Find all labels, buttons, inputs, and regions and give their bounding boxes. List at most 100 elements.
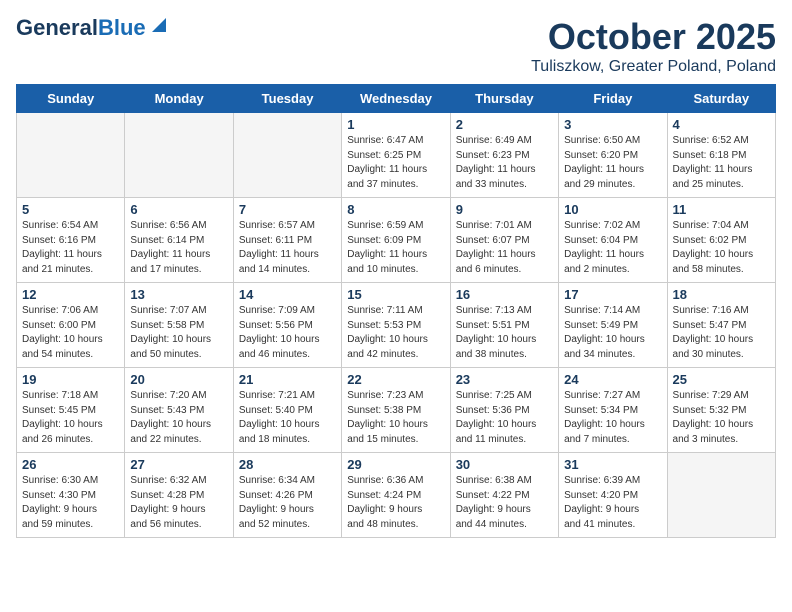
day-info: Sunrise: 6:52 AM Sunset: 6:18 PM Dayligh… bbox=[673, 134, 770, 192]
calendar-cell: 2 Sunrise: 6:49 AM Sunset: 6:23 PM Daylig… bbox=[450, 113, 558, 198]
day-info: Sunrise: 7:13 AM Sunset: 5:51 PM Dayligh… bbox=[456, 304, 553, 362]
day-number: 30 bbox=[456, 457, 553, 472]
day-number: 26 bbox=[22, 457, 119, 472]
day-number: 1 bbox=[347, 117, 444, 132]
day-info: Sunrise: 6:57 AM Sunset: 6:11 PM Dayligh… bbox=[239, 219, 336, 277]
day-number: 4 bbox=[673, 117, 770, 132]
day-info: Sunrise: 6:38 AM Sunset: 4:22 PM Dayligh… bbox=[456, 474, 553, 532]
day-number: 14 bbox=[239, 287, 336, 302]
day-number: 23 bbox=[456, 372, 553, 387]
weekday-header: Wednesday bbox=[342, 85, 450, 113]
calendar-cell: 13Sunrise: 7:07 AM Sunset: 5:58 PM Dayli… bbox=[125, 283, 233, 368]
calendar-cell: 4 Sunrise: 6:52 AM Sunset: 6:18 PM Daylig… bbox=[667, 113, 775, 198]
day-number: 6 bbox=[130, 202, 227, 217]
day-info: Sunrise: 7:25 AM Sunset: 5:36 PM Dayligh… bbox=[456, 389, 553, 447]
calendar-cell: 23 Sunrise: 7:25 AM Sunset: 5:36 PM Dayli… bbox=[450, 368, 558, 453]
day-info: Sunrise: 6:50 AM Sunset: 6:20 PM Dayligh… bbox=[564, 134, 661, 192]
day-number: 25 bbox=[673, 372, 770, 387]
weekday-header: Sunday bbox=[17, 85, 125, 113]
calendar-week-row: 19 Sunrise: 7:18 AM Sunset: 5:45 PM Dayli… bbox=[17, 368, 776, 453]
calendar-cell: 11Sunrise: 7:04 AM Sunset: 6:02 PM Dayli… bbox=[667, 198, 775, 283]
day-info: Sunrise: 6:59 AM Sunset: 6:09 PM Dayligh… bbox=[347, 219, 444, 277]
day-info: Sunrise: 7:09 AM Sunset: 5:56 PM Dayligh… bbox=[239, 304, 336, 362]
calendar-cell: 28 Sunrise: 6:34 AM Sunset: 4:26 PM Dayli… bbox=[233, 453, 341, 538]
calendar-cell: 17Sunrise: 7:14 AM Sunset: 5:49 PM Dayli… bbox=[559, 283, 667, 368]
day-number: 28 bbox=[239, 457, 336, 472]
day-info: Sunrise: 6:30 AM Sunset: 4:30 PM Dayligh… bbox=[22, 474, 119, 532]
weekday-header: Monday bbox=[125, 85, 233, 113]
calendar-cell: 29 Sunrise: 6:36 AM Sunset: 4:24 PM Dayli… bbox=[342, 453, 450, 538]
day-number: 5 bbox=[22, 202, 119, 217]
day-number: 22 bbox=[347, 372, 444, 387]
calendar-cell: 9Sunrise: 7:01 AM Sunset: 6:07 PM Daylig… bbox=[450, 198, 558, 283]
calendar-week-row: 1 Sunrise: 6:47 AM Sunset: 6:25 PM Daylig… bbox=[17, 113, 776, 198]
calendar-cell: 27 Sunrise: 6:32 AM Sunset: 4:28 PM Dayli… bbox=[125, 453, 233, 538]
calendar-cell: 12 Sunrise: 7:06 AM Sunset: 6:00 PM Dayli… bbox=[17, 283, 125, 368]
logo-text: GeneralBlue bbox=[16, 16, 146, 40]
calendar-cell: 24Sunrise: 7:27 AM Sunset: 5:34 PM Dayli… bbox=[559, 368, 667, 453]
calendar-cell: 15 Sunrise: 7:11 AM Sunset: 5:53 PM Dayli… bbox=[342, 283, 450, 368]
day-number: 24 bbox=[564, 372, 661, 387]
day-number: 12 bbox=[22, 287, 119, 302]
day-number: 16 bbox=[456, 287, 553, 302]
day-info: Sunrise: 7:20 AM Sunset: 5:43 PM Dayligh… bbox=[130, 389, 227, 447]
title-block: October 2025 Tuliszkow, Greater Poland, … bbox=[531, 16, 776, 76]
day-info: Sunrise: 7:07 AM Sunset: 5:58 PM Dayligh… bbox=[130, 304, 227, 362]
day-number: 31 bbox=[564, 457, 661, 472]
calendar-cell: 20Sunrise: 7:20 AM Sunset: 5:43 PM Dayli… bbox=[125, 368, 233, 453]
day-info: Sunrise: 7:14 AM Sunset: 5:49 PM Dayligh… bbox=[564, 304, 661, 362]
day-info: Sunrise: 6:32 AM Sunset: 4:28 PM Dayligh… bbox=[130, 474, 227, 532]
calendar-week-row: 5 Sunrise: 6:54 AM Sunset: 6:16 PM Daylig… bbox=[17, 198, 776, 283]
calendar-week-row: 12 Sunrise: 7:06 AM Sunset: 6:00 PM Dayli… bbox=[17, 283, 776, 368]
day-number: 19 bbox=[22, 372, 119, 387]
day-number: 9 bbox=[456, 202, 553, 217]
day-number: 18 bbox=[673, 287, 770, 302]
calendar-table: SundayMondayTuesdayWednesdayThursdayFrid… bbox=[16, 84, 776, 538]
day-number: 11 bbox=[673, 202, 770, 217]
calendar-cell bbox=[125, 113, 233, 198]
day-info: Sunrise: 7:18 AM Sunset: 5:45 PM Dayligh… bbox=[22, 389, 119, 447]
day-info: Sunrise: 7:29 AM Sunset: 5:32 PM Dayligh… bbox=[673, 389, 770, 447]
calendar-cell: 22 Sunrise: 7:23 AM Sunset: 5:38 PM Dayli… bbox=[342, 368, 450, 453]
day-info: Sunrise: 6:39 AM Sunset: 4:20 PM Dayligh… bbox=[564, 474, 661, 532]
day-info: Sunrise: 6:49 AM Sunset: 6:23 PM Dayligh… bbox=[456, 134, 553, 192]
day-number: 21 bbox=[239, 372, 336, 387]
day-number: 10 bbox=[564, 202, 661, 217]
calendar-cell: 14 Sunrise: 7:09 AM Sunset: 5:56 PM Dayli… bbox=[233, 283, 341, 368]
month-title: October 2025 bbox=[531, 16, 776, 58]
day-number: 29 bbox=[347, 457, 444, 472]
calendar-cell: 26 Sunrise: 6:30 AM Sunset: 4:30 PM Dayli… bbox=[17, 453, 125, 538]
calendar-cell: 18 Sunrise: 7:16 AM Sunset: 5:47 PM Dayli… bbox=[667, 283, 775, 368]
day-info: Sunrise: 7:16 AM Sunset: 5:47 PM Dayligh… bbox=[673, 304, 770, 362]
weekday-header: Thursday bbox=[450, 85, 558, 113]
calendar-cell: 1 Sunrise: 6:47 AM Sunset: 6:25 PM Daylig… bbox=[342, 113, 450, 198]
day-number: 15 bbox=[347, 287, 444, 302]
calendar-week-row: 26 Sunrise: 6:30 AM Sunset: 4:30 PM Dayli… bbox=[17, 453, 776, 538]
day-number: 8 bbox=[347, 202, 444, 217]
day-info: Sunrise: 7:11 AM Sunset: 5:53 PM Dayligh… bbox=[347, 304, 444, 362]
calendar-cell: 6Sunrise: 6:56 AM Sunset: 6:14 PM Daylig… bbox=[125, 198, 233, 283]
location-title: Tuliszkow, Greater Poland, Poland bbox=[531, 58, 776, 76]
day-info: Sunrise: 6:36 AM Sunset: 4:24 PM Dayligh… bbox=[347, 474, 444, 532]
day-info: Sunrise: 6:47 AM Sunset: 6:25 PM Dayligh… bbox=[347, 134, 444, 192]
day-number: 27 bbox=[130, 457, 227, 472]
day-number: 2 bbox=[456, 117, 553, 132]
day-info: Sunrise: 7:23 AM Sunset: 5:38 PM Dayligh… bbox=[347, 389, 444, 447]
calendar-cell: 31 Sunrise: 6:39 AM Sunset: 4:20 PM Dayli… bbox=[559, 453, 667, 538]
logo-arrow-icon bbox=[148, 14, 170, 36]
day-number: 7 bbox=[239, 202, 336, 217]
logo: GeneralBlue bbox=[16, 16, 170, 40]
calendar-cell: 10Sunrise: 7:02 AM Sunset: 6:04 PM Dayli… bbox=[559, 198, 667, 283]
day-info: Sunrise: 6:34 AM Sunset: 4:26 PM Dayligh… bbox=[239, 474, 336, 532]
calendar-cell: 5 Sunrise: 6:54 AM Sunset: 6:16 PM Daylig… bbox=[17, 198, 125, 283]
calendar-cell bbox=[667, 453, 775, 538]
day-info: Sunrise: 6:54 AM Sunset: 6:16 PM Dayligh… bbox=[22, 219, 119, 277]
day-info: Sunrise: 7:06 AM Sunset: 6:00 PM Dayligh… bbox=[22, 304, 119, 362]
calendar-cell: 30 Sunrise: 6:38 AM Sunset: 4:22 PM Dayli… bbox=[450, 453, 558, 538]
page-header: GeneralBlue October 2025 Tuliszkow, Grea… bbox=[16, 16, 776, 76]
calendar-cell: 21Sunrise: 7:21 AM Sunset: 5:40 PM Dayli… bbox=[233, 368, 341, 453]
day-number: 3 bbox=[564, 117, 661, 132]
calendar-cell: 25 Sunrise: 7:29 AM Sunset: 5:32 PM Dayli… bbox=[667, 368, 775, 453]
calendar-cell: 3 Sunrise: 6:50 AM Sunset: 6:20 PM Daylig… bbox=[559, 113, 667, 198]
calendar-cell: 16 Sunrise: 7:13 AM Sunset: 5:51 PM Dayli… bbox=[450, 283, 558, 368]
